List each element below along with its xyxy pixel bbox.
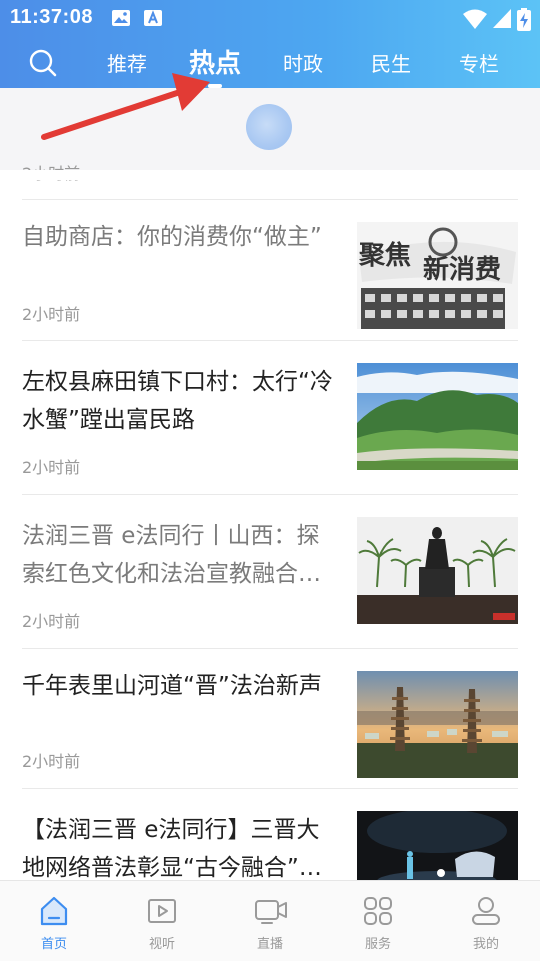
image-notification-icon <box>112 10 130 26</box>
building-photo: 聚焦 新消费 <box>357 222 518 329</box>
nav-label: 视听 <box>148 937 175 952</box>
stage-photo <box>357 811 518 880</box>
news-title: 左权县麻田镇下口村：太行“冷水蟹”蹚出富民路 <box>22 369 333 433</box>
channel-tabs: 推荐 热点 时政 民生 专栏 <box>0 36 540 88</box>
home-icon <box>40 896 68 926</box>
news-title: 法润三晋 e法同行丨山西：探索红色文化和法治宣教融合… <box>22 523 321 587</box>
news-title: 千年表里山河道“晋”法治新声 <box>22 673 322 699</box>
nav-label: 首页 <box>40 937 67 952</box>
news-time: 2小时前 <box>22 305 81 324</box>
news-time: 2小时前 <box>22 458 81 477</box>
news-thumbnail: 聚焦 新消费 <box>357 222 518 329</box>
nav-label: 服务 <box>364 937 391 952</box>
nav-label: 直播 <box>256 937 283 952</box>
news-thumbnail <box>357 811 518 880</box>
wifi-icon <box>463 9 487 29</box>
nav-home[interactable]: 首页 <box>0 881 108 961</box>
image-text: 新消费 <box>423 254 501 285</box>
video-play-icon <box>148 899 176 923</box>
top-header: 11:37:08 推荐 热点 时政 民生 专栏 <box>0 0 540 88</box>
nav-label: 我的 <box>472 937 499 952</box>
news-item[interactable]: 自助商店：你的消费你“做主” 2小时前 聚焦 新消费 <box>0 200 540 340</box>
live-camera-icon <box>255 900 287 924</box>
user-profile-icon <box>472 897 500 925</box>
search-icon[interactable] <box>26 46 60 80</box>
status-bar: 11:37:08 <box>0 0 540 36</box>
image-text: 聚焦 <box>358 240 411 271</box>
news-item[interactable]: 【法润三晋 e法同行】三晋大地网络普法彰显“古今融合”… <box>0 789 540 880</box>
nav-services[interactable]: 服务 <box>324 881 432 961</box>
news-item[interactable]: 千年表里山河道“晋”法治新声 2小时前 <box>0 649 540 788</box>
signal-icon <box>493 9 511 28</box>
news-title: 自助商店：你的消费你“做主” <box>22 224 322 250</box>
tab-livelihood[interactable]: 民生 <box>371 48 411 77</box>
statue-photo <box>357 517 518 624</box>
news-item[interactable]: 左权县麻田镇下口村：太行“冷水蟹”蹚出富民路 2小时前 <box>0 341 540 494</box>
news-thumbnail <box>357 671 518 778</box>
font-notification-icon <box>144 10 162 26</box>
status-time: 11:37:08 <box>10 6 93 28</box>
news-thumbnail <box>357 363 518 470</box>
mountain-village-photo <box>357 363 518 470</box>
news-item[interactable]: 法润三晋 e法同行丨山西：探索红色文化和法治宣教融合… 2小时前 <box>0 495 540 648</box>
grid-services-icon <box>364 897 392 925</box>
nav-profile[interactable]: 我的 <box>432 881 540 961</box>
news-time: 2小时前 <box>22 752 81 771</box>
battery-charging-icon <box>517 8 531 31</box>
news-thumbnail <box>357 517 518 624</box>
tab-hot[interactable]: 热点 <box>189 43 241 80</box>
bottom-navigation: 首页 视听 直播 服务 我的 <box>0 880 540 961</box>
tab-politics[interactable]: 时政 <box>283 48 323 77</box>
nav-live[interactable]: 直播 <box>216 881 324 961</box>
news-title: 【法润三晋 e法同行】三晋大地网络普法彰显“古今融合”… <box>22 817 322 880</box>
tab-column[interactable]: 专栏 <box>459 48 499 77</box>
tab-recommend[interactable]: 推荐 <box>107 48 147 77</box>
twin-pagoda-photo <box>357 671 518 778</box>
nav-media[interactable]: 视听 <box>108 881 216 961</box>
news-time: 2小时前 <box>22 612 81 631</box>
loading-spinner <box>246 104 292 150</box>
